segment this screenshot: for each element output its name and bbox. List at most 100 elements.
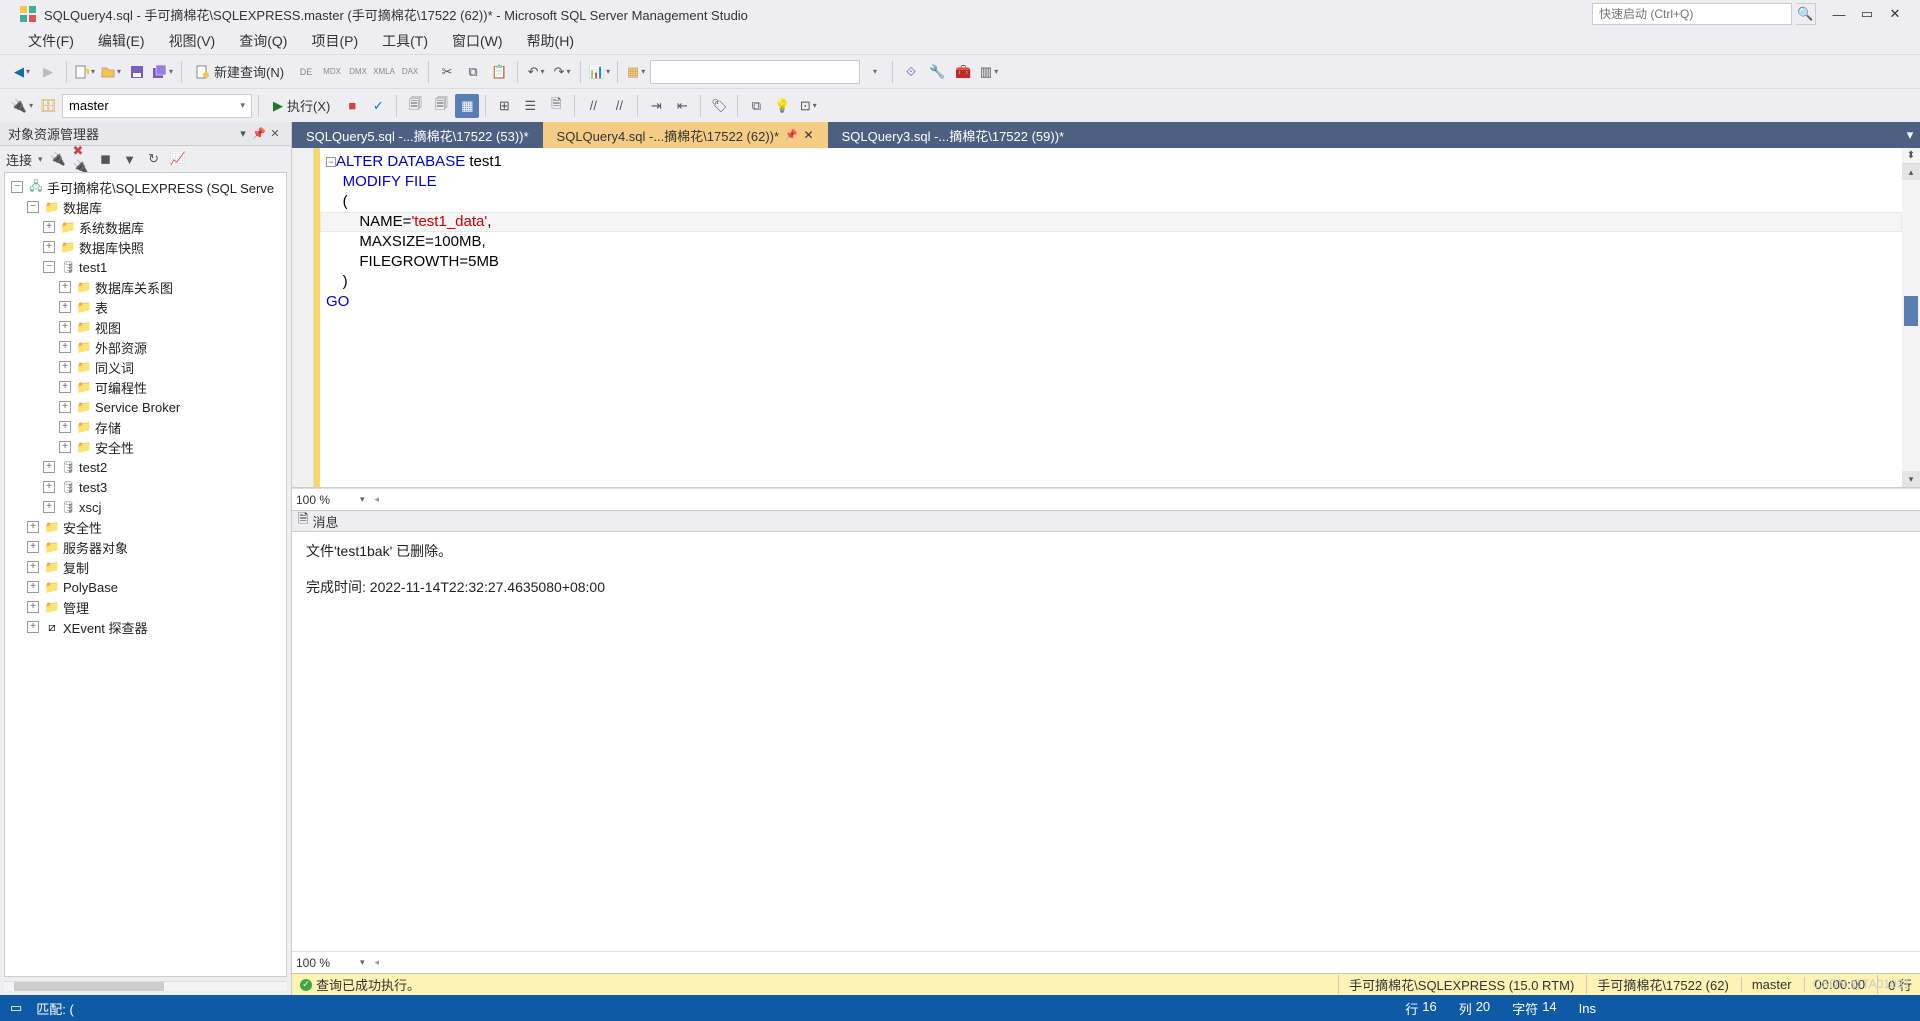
tree-test1[interactable]: −🛢test1 — [5, 257, 286, 277]
tab-sqlquery5[interactable]: SQLQuery5.sql -...摘棉花\17522 (53))* — [292, 122, 543, 148]
save-button[interactable] — [125, 60, 149, 84]
sqlcmd-button[interactable]: ⧉ — [744, 94, 768, 118]
menu-view[interactable]: 视图(V) — [159, 27, 226, 55]
tree-polybase[interactable]: +📁PolyBase — [5, 577, 286, 597]
tree-databases[interactable]: −📁数据库 — [5, 197, 286, 217]
tab-sqlquery4[interactable]: SQLQuery4.sql -...摘棉花\17522 (62))*📌✕ — [543, 122, 828, 148]
tree-external[interactable]: +📁外部资源 — [5, 337, 286, 357]
split-icon[interactable]: ⬍ — [1902, 148, 1920, 164]
database-selector[interactable]: master▾ — [62, 94, 252, 118]
comment-button[interactable]: // — [581, 94, 605, 118]
tree-test3[interactable]: +🛢test3 — [5, 477, 286, 497]
quick-launch-input[interactable] — [1592, 3, 1792, 25]
menu-tools[interactable]: 工具(T) — [372, 27, 438, 55]
actual-plan-button[interactable]: 🗐 — [429, 94, 453, 118]
zoom-value[interactable]: 100 % — [296, 493, 356, 507]
search-icon[interactable]: 🔍 — [1796, 3, 1816, 25]
disconnect-icon[interactable]: ✖🔌 — [73, 150, 91, 168]
close-tab-icon[interactable]: ✕ — [804, 128, 814, 142]
tools-button[interactable]: 🔧 — [925, 60, 949, 84]
menu-project[interactable]: 项目(P) — [301, 27, 368, 55]
intellisense-button[interactable]: 💡 — [770, 94, 794, 118]
object-tree[interactable]: −🖧手可摘棉花\SQLEXPRESS (SQL Serve −📁数据库 +📁系统… — [4, 172, 287, 977]
scroll-up-icon[interactable]: ▴ — [1902, 164, 1920, 180]
connect-icon[interactable]: 🔌 — [49, 150, 67, 168]
tree-security[interactable]: +📁安全性 — [5, 517, 286, 537]
change-connection-button[interactable]: 🔌 — [10, 94, 34, 118]
close-button[interactable]: ✕ — [1884, 3, 1906, 25]
tree-sysdb[interactable]: +📁系统数据库 — [5, 217, 286, 237]
code-editor[interactable]: −ALTER DATABASE test1 MODIFY FILE ( NAME… — [292, 148, 1920, 488]
tree-xevent[interactable]: +⧄XEvent 探查器 — [5, 617, 286, 637]
redo-button[interactable]: ↷ — [550, 60, 574, 84]
menu-query[interactable]: 查询(Q) — [229, 27, 297, 55]
tree-servicebroker[interactable]: +📁Service Broker — [5, 397, 286, 417]
cut-button[interactable]: ✂ — [435, 60, 459, 84]
copy-button[interactable]: ⧉ — [461, 60, 485, 84]
activity-monitor-button[interactable]: 📊 — [587, 60, 611, 84]
registered-servers-button[interactable]: ▦ — [624, 60, 648, 84]
tree-replication[interactable]: +📁复制 — [5, 557, 286, 577]
live-stats-button[interactable]: ▦ — [455, 94, 479, 118]
pin-tab-icon[interactable]: 📌 — [785, 130, 797, 141]
tree-test2[interactable]: +🛢test2 — [5, 457, 286, 477]
filter-icon[interactable]: ▼ — [121, 150, 139, 168]
results-text-button[interactable]: ☰ — [518, 94, 542, 118]
open-button[interactable] — [99, 60, 123, 84]
new-query-button[interactable]: 新建查询(N) — [188, 60, 292, 84]
menu-window[interactable]: 窗口(W) — [442, 27, 513, 55]
menu-edit[interactable]: 编辑(E) — [88, 27, 155, 55]
dax-query-button[interactable]: DAX — [398, 60, 422, 84]
results-grid-button[interactable]: ⊞ — [492, 94, 516, 118]
tab-overflow-icon[interactable]: ▾ — [1900, 122, 1920, 148]
messages-header[interactable]: 🗎 消息 — [292, 510, 1920, 532]
stop-icon[interactable]: ◼ — [97, 150, 115, 168]
new-item-button[interactable] — [73, 60, 97, 84]
indent-button[interactable]: ⇥ — [644, 94, 668, 118]
extension-button[interactable]: ⟐ — [899, 60, 923, 84]
refresh-icon[interactable]: ↻ — [145, 150, 163, 168]
messages-pane[interactable]: 文件'test1bak' 已删除。 完成时间: 2022-11-14T22:32… — [292, 532, 1920, 951]
menu-help[interactable]: 帮助(H) — [517, 27, 584, 55]
tree-security-db[interactable]: +📁安全性 — [5, 437, 286, 457]
xmla-query-button[interactable]: XMLA — [372, 60, 396, 84]
tree-server[interactable]: −🖧手可摘棉花\SQLEXPRESS (SQL Serve — [5, 177, 286, 197]
tree-serverobjects[interactable]: +📁服务器对象 — [5, 537, 286, 557]
mdx-query-button[interactable]: MDX — [320, 60, 344, 84]
pin-icon[interactable]: 📌 — [251, 126, 267, 142]
menu-file[interactable]: 文件(F) — [18, 27, 84, 55]
maximize-button[interactable]: ▭ — [1856, 3, 1878, 25]
surround-button[interactable]: ⊡ — [796, 94, 820, 118]
outdent-button[interactable]: ⇤ — [670, 94, 694, 118]
connect-label[interactable]: 连接 — [6, 150, 32, 169]
tree-programmability[interactable]: +📁可编程性 — [5, 377, 286, 397]
tree-storage[interactable]: +📁存储 — [5, 417, 286, 437]
zoom-value-msg[interactable]: 100 % — [296, 956, 356, 970]
scroll-down-icon[interactable]: ▾ — [1902, 471, 1920, 487]
quick-launch[interactable]: 🔍 — [1592, 3, 1816, 25]
find-dropdown[interactable] — [862, 60, 886, 84]
uncomment-button[interactable]: // — [607, 94, 631, 118]
results-file-button[interactable]: 🗎 — [544, 94, 568, 118]
save-all-button[interactable] — [151, 60, 175, 84]
window-layout-button[interactable]: ▥ — [977, 60, 1001, 84]
nav-forward-button[interactable]: ▶ — [36, 60, 60, 84]
tab-sqlquery3[interactable]: SQLQuery3.sql -...摘棉花\17522 (59))* — [828, 122, 1079, 148]
tree-scrollbar[interactable] — [4, 981, 287, 991]
toolbox-button[interactable]: 🧰 — [951, 60, 975, 84]
editor-scrollbar[interactable]: ▴ ▾ — [1902, 164, 1920, 487]
tree-management[interactable]: +📁管理 — [5, 597, 286, 617]
specify-values-button[interactable]: 🏷 — [707, 94, 731, 118]
nav-back-button[interactable]: ◀ — [10, 60, 34, 84]
minimize-button[interactable]: — — [1828, 3, 1850, 25]
close-panel-icon[interactable]: ✕ — [267, 126, 283, 142]
tree-snapshot[interactable]: +📁数据库快照 — [5, 237, 286, 257]
tree-views[interactable]: +📁视图 — [5, 317, 286, 337]
code-body[interactable]: −ALTER DATABASE test1 MODIFY FILE ( NAME… — [320, 148, 1902, 487]
tree-diagrams[interactable]: +📁数据库关系图 — [5, 277, 286, 297]
available-db-icon[interactable]: 🗄 — [36, 94, 60, 118]
tree-synonyms[interactable]: +📁同义词 — [5, 357, 286, 377]
activity-icon[interactable]: 📈 — [169, 150, 187, 168]
estimated-plan-button[interactable]: 🗐 — [403, 94, 427, 118]
paste-button[interactable]: 📋 — [487, 60, 511, 84]
